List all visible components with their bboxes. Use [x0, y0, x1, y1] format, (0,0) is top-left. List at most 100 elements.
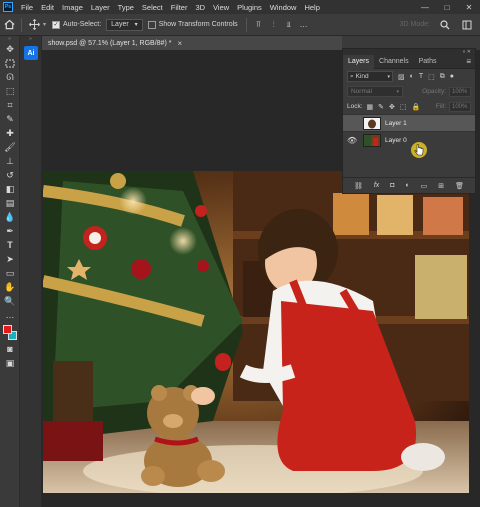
workspace-icon[interactable] — [458, 16, 476, 34]
lock-artboard-icon[interactable]: ⬚ — [400, 103, 407, 111]
maximize-button[interactable]: □ — [436, 0, 458, 14]
history-brush-tool-icon[interactable]: ↺ — [0, 168, 20, 182]
blend-mode-dropdown[interactable]: Normal ▾ — [347, 86, 403, 97]
delete-layer-icon[interactable]: 🗑 — [455, 182, 464, 190]
menu-plugins[interactable]: Plugins — [233, 3, 266, 12]
pen-tool-icon[interactable]: ✒ — [0, 224, 20, 238]
opacity-input[interactable]: 100% — [449, 86, 471, 97]
type-tool-icon[interactable]: T — [0, 238, 20, 252]
marquee-tool-icon[interactable] — [0, 56, 20, 70]
object-select-tool-icon[interactable]: ⬚ — [0, 84, 20, 98]
menu-type[interactable]: Type — [114, 3, 138, 12]
document-tab-title: show.psd @ 57.1% (Layer 1, RGB/8#) * — [48, 39, 172, 47]
filter-toggle-icon[interactable]: ● — [450, 73, 454, 80]
adjustment-filter-icon[interactable]: ◐ — [410, 73, 414, 80]
menu-filter[interactable]: Filter — [167, 3, 192, 12]
blend-row: Normal ▾ Opacity: 100% — [343, 84, 475, 99]
layer-row-layer-0[interactable]: 👁 Layer 0 — [343, 131, 475, 148]
close-window-button[interactable]: ✕ — [458, 0, 480, 14]
lock-pixels-icon[interactable]: ✎ — [378, 103, 384, 111]
eraser-tool-icon[interactable]: ◧ — [0, 182, 20, 196]
move-tool-icon[interactable] — [25, 16, 43, 34]
eyedropper-tool-icon[interactable]: ✎ — [0, 112, 20, 126]
hand-cursor-icon — [411, 142, 427, 158]
new-group-icon[interactable]: ▭ — [421, 182, 428, 190]
document-image[interactable] — [43, 171, 469, 493]
separator — [245, 17, 247, 32]
screen-mode-icon[interactable]: ▣ — [0, 356, 20, 370]
tab-channels[interactable]: Channels — [374, 55, 414, 69]
pixel-filter-icon[interactable]: ▨ — [398, 73, 405, 81]
menu-view[interactable]: View — [209, 3, 233, 12]
foreground-color-swatch[interactable] — [3, 325, 12, 334]
align-bottom-icon[interactable]: ⫫ — [284, 16, 294, 34]
clone-stamp-tool-icon[interactable]: ⊥ — [0, 154, 20, 168]
smart-object-filter-icon[interactable]: ⧉ — [440, 73, 445, 81]
document-tab[interactable]: show.psd @ 57.1% (Layer 1, RGB/8#) * × — [42, 36, 342, 50]
brush-tool-icon[interactable]: 🖌 — [0, 140, 20, 154]
path-selection-tool-icon[interactable]: ➤ — [0, 252, 20, 266]
menu-layer[interactable]: Layer — [87, 3, 114, 12]
dock-collapse-icon[interactable]: » — [20, 36, 41, 42]
quick-mask-icon[interactable]: ◙ — [0, 342, 20, 356]
transform-controls-checkbox[interactable] — [147, 20, 156, 29]
fill-label: Fill: — [435, 103, 446, 110]
layer-name[interactable]: Layer 0 — [385, 137, 407, 144]
more-options-icon[interactable]: … — [299, 16, 309, 34]
search-icon[interactable] — [436, 16, 454, 34]
panel-dock: » Ai — [20, 36, 42, 507]
fill-input[interactable]: 100% — [449, 101, 471, 112]
shape-filter-icon[interactable]: ⬚ — [428, 73, 435, 81]
hand-tool-icon[interactable]: ✋ — [0, 280, 20, 294]
align-middle-icon[interactable]: ⫶ — [269, 16, 279, 34]
minimize-button[interactable]: — — [414, 0, 436, 14]
menu-select[interactable]: Select — [138, 3, 167, 12]
gradient-tool-icon[interactable]: ▤ — [0, 196, 20, 210]
align-buttons: ⫪ ⫶ ⫫ … — [254, 16, 309, 34]
auto-select-checkbox[interactable]: ✓ — [52, 20, 61, 29]
layer-style-icon[interactable]: fx — [374, 182, 379, 189]
layer-row-layer-1[interactable]: Layer 1 — [343, 114, 475, 131]
link-layers-icon[interactable]: ⛓ — [354, 182, 363, 190]
menu-3d[interactable]: 3D — [191, 3, 209, 12]
eye-icon[interactable]: 👁 — [347, 136, 359, 145]
lock-transparent-icon[interactable]: ▦ — [367, 103, 374, 111]
window-controls: — □ ✕ — [414, 0, 480, 14]
photoshop-logo-icon[interactable]: Ps — [3, 2, 13, 12]
layer-thumbnail — [363, 116, 381, 130]
home-icon[interactable] — [0, 16, 18, 34]
menu-file[interactable]: File — [17, 3, 37, 12]
align-top-icon[interactable]: ⫪ — [254, 16, 264, 34]
menu-edit[interactable]: Edit — [37, 3, 58, 12]
tab-paths[interactable]: Paths — [414, 55, 442, 69]
new-layer-icon[interactable]: ⊞ — [438, 182, 444, 190]
layer-name[interactable]: Layer 1 — [385, 120, 407, 127]
type-filter-icon[interactable]: T — [419, 73, 423, 80]
panel-menu-icon[interactable]: ≡ — [466, 57, 471, 66]
ai-assistant-button[interactable]: Ai — [24, 46, 38, 60]
move-tool-icon[interactable]: ✥ — [0, 42, 20, 56]
menu-window[interactable]: Window — [266, 3, 301, 12]
layer-thumbnail — [363, 133, 381, 147]
add-mask-icon[interactable]: ◘ — [390, 182, 394, 189]
zoom-tool-icon[interactable]: 🔍 — [0, 294, 20, 308]
menu-help[interactable]: Help — [300, 3, 323, 12]
menu-image[interactable]: Image — [58, 3, 87, 12]
adjustment-layer-icon[interactable]: ◐ — [405, 182, 409, 189]
collapse-icon[interactable]: » ✕ — [463, 49, 471, 55]
close-tab-icon[interactable]: × — [177, 39, 182, 48]
tab-layers[interactable]: Layers — [343, 54, 375, 69]
chevron-down-icon[interactable]: ▾ — [43, 21, 46, 28]
kind-filter-dropdown[interactable]: ⌕ Kind ▾ — [347, 71, 393, 82]
lasso-tool-icon[interactable]: ᘏ — [0, 70, 20, 84]
lock-position-icon[interactable]: ✥ — [389, 103, 395, 111]
auto-select-target-dropdown[interactable]: Layer ▾ — [106, 18, 143, 31]
blur-tool-icon[interactable]: 💧 — [0, 210, 20, 224]
more-tools-icon[interactable]: … — [0, 308, 20, 322]
healing-brush-tool-icon[interactable]: ✚ — [0, 126, 20, 140]
chevron-down-icon: ▾ — [134, 22, 138, 28]
crop-tool-icon[interactable]: ⌗ — [0, 98, 20, 112]
panel-tabs: Layers Channels Paths ≡ — [343, 54, 475, 69]
rectangle-tool-icon[interactable]: ▭ — [0, 266, 20, 280]
lock-all-icon[interactable]: 🔒 — [412, 103, 421, 111]
